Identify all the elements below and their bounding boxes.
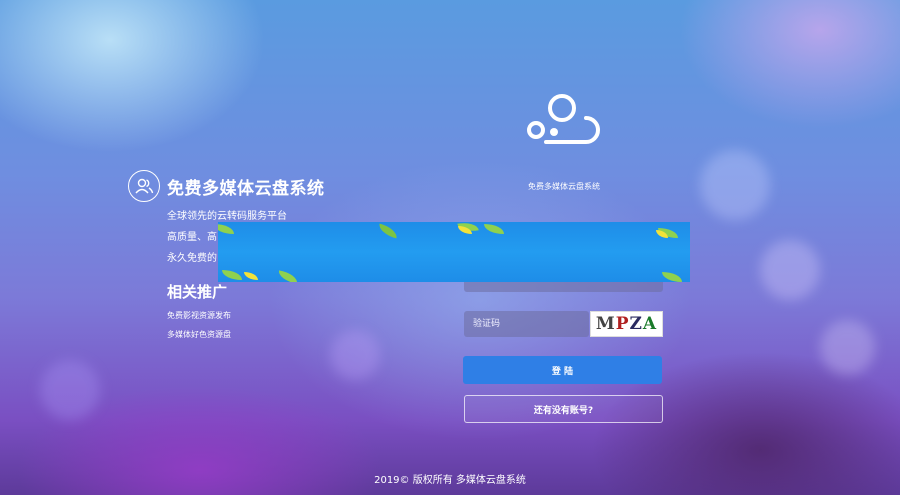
ad-banner[interactable] xyxy=(218,222,690,282)
captcha-field[interactable] xyxy=(464,311,589,337)
users-icon xyxy=(128,170,160,202)
background-bokeh xyxy=(40,360,100,420)
captcha-char: P xyxy=(615,314,630,334)
leaf-decoration xyxy=(218,224,234,234)
background-bokeh xyxy=(700,150,770,220)
login-button[interactable]: 登 陆 xyxy=(463,356,662,384)
captcha-input[interactable] xyxy=(464,311,589,337)
recommend-link[interactable]: 免费影视资源发布 xyxy=(167,306,428,325)
recommend-list: 免费影视资源发布 多媒体好色资源盘 xyxy=(167,306,428,344)
register-button[interactable]: 还有没有账号? xyxy=(464,395,663,423)
footer-copyright: 2019© 版权所有 多媒体云盘系统 xyxy=(374,475,526,486)
background-bokeh xyxy=(760,240,820,300)
leaf-decoration xyxy=(244,272,258,280)
leaf-decoration xyxy=(377,223,399,239)
promo-header: 免费多媒体云盘系统 xyxy=(128,170,428,202)
background-bokeh xyxy=(820,320,875,375)
recommend-link[interactable]: 多媒体好色资源盘 xyxy=(167,325,428,344)
recommend-title: 相关推广 xyxy=(167,283,228,301)
promo-title: 免费多媒体云盘系统 xyxy=(167,178,325,199)
captcha-image[interactable]: M P Z A xyxy=(590,311,663,337)
brand-title: 免费多媒体云盘系统 xyxy=(528,182,600,191)
captcha-char: Z xyxy=(629,314,643,334)
leaf-decoration xyxy=(484,224,504,234)
leaf-decoration xyxy=(277,270,299,282)
leaf-decoration xyxy=(222,270,242,280)
cloud-logo-icon xyxy=(524,92,608,152)
captcha-char: A xyxy=(642,314,658,334)
leaf-decoration xyxy=(662,272,682,282)
captcha-char: M xyxy=(595,314,616,334)
